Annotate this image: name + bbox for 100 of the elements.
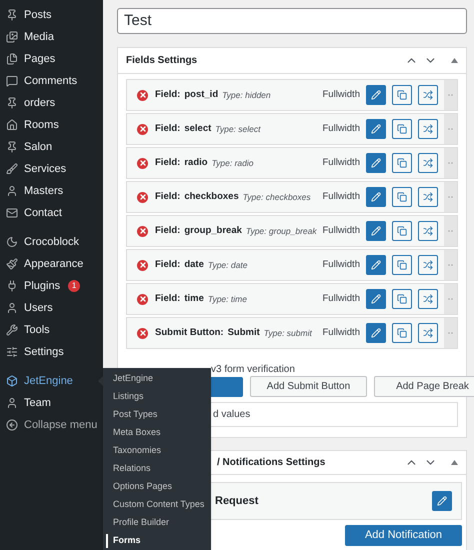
drag-handle[interactable] (444, 182, 457, 212)
copy-button[interactable] (392, 289, 412, 309)
title-field[interactable]: Test (117, 8, 467, 34)
delete-icon[interactable] (137, 90, 148, 100)
plug-icon (6, 280, 18, 292)
shuffle-button[interactable] (418, 255, 438, 275)
field-label: Field: (155, 156, 180, 170)
field-label: Submit Button: (155, 326, 224, 340)
submenu-item[interactable]: Relations (103, 460, 211, 478)
shuffle-button[interactable] (418, 187, 438, 207)
delete-icon[interactable] (137, 226, 148, 236)
secondary-button[interactable]: Add Submit Button (250, 376, 367, 397)
edit-button[interactable] (366, 255, 386, 275)
shuffle-icon (423, 90, 433, 100)
add-notification-button[interactable]: Add Notification (345, 525, 462, 546)
drag-handle[interactable] (444, 80, 457, 110)
sidebar-item[interactable]: orders (0, 92, 103, 114)
shuffle-button[interactable] (418, 289, 438, 309)
sidebar-item[interactable]: Salon (0, 136, 103, 158)
person-icon (6, 397, 18, 409)
submenu-item[interactable]: Forms (103, 532, 211, 550)
field-name: checkboxes (184, 190, 239, 204)
field-width: Fullwidth (322, 224, 360, 238)
copy-button[interactable] (392, 221, 412, 241)
edit-button[interactable] (366, 187, 386, 207)
field-label: Field: (155, 258, 180, 272)
shuffle-button[interactable] (418, 221, 438, 241)
drag-handle[interactable] (444, 148, 457, 178)
shuffle-button[interactable] (418, 323, 438, 343)
triangle-up-icon[interactable] (451, 460, 458, 465)
drag-handle[interactable] (444, 284, 457, 314)
edit-button[interactable] (366, 153, 386, 173)
sidebar-item[interactable]: Tools (0, 319, 103, 341)
copy-button[interactable] (392, 85, 412, 105)
sidebar-item[interactable]: Masters (0, 180, 103, 202)
sidebar-item[interactable]: Posts (0, 4, 103, 26)
pencil-icon (371, 124, 381, 134)
field-type: Type: group_break (246, 224, 317, 238)
shuffle-button[interactable] (418, 119, 438, 139)
edit-button[interactable] (366, 221, 386, 241)
shuffle-icon (423, 294, 433, 304)
sidebar-item[interactable]: Users (0, 297, 103, 319)
secondary-button[interactable]: Add Page Break (374, 376, 474, 397)
crescent-icon (6, 236, 18, 248)
edit-button[interactable] (366, 289, 386, 309)
panel-title: / Notifications Settings (217, 456, 326, 470)
edit-button[interactable] (366, 85, 386, 105)
sidebar-item[interactable]: Media (0, 26, 103, 48)
sidebar-item[interactable]: Rooms (0, 114, 103, 136)
submenu-item[interactable]: Options Pages (103, 478, 211, 496)
field-type: Type: radio (212, 156, 254, 170)
copy-button[interactable] (392, 255, 412, 275)
field-label: Field: (155, 88, 180, 102)
edit-button[interactable] (366, 323, 386, 343)
copy-button[interactable] (392, 119, 412, 139)
submenu-item[interactable]: Meta Boxes (103, 424, 211, 442)
drag-handle[interactable] (444, 318, 457, 348)
copy-button[interactable] (392, 323, 412, 343)
submenu-item[interactable]: Custom Content Types (103, 496, 211, 514)
submenu-item[interactable]: Profile Builder (103, 514, 211, 532)
shuffle-button[interactable] (418, 153, 438, 173)
sidebar-item[interactable]: Contact (0, 202, 103, 224)
edit-button[interactable] (432, 491, 452, 511)
person-icon (6, 185, 18, 197)
drag-handle[interactable] (444, 250, 457, 280)
drag-handle[interactable] (444, 216, 457, 246)
images-icon (6, 31, 18, 43)
pin-icon (6, 141, 18, 153)
field-name: radio (184, 156, 208, 170)
copy-button[interactable] (392, 187, 412, 207)
delete-icon[interactable] (137, 260, 148, 270)
sidebar-item[interactable]: Crocoblock (0, 231, 103, 253)
shuffle-icon (423, 226, 433, 236)
field-name: select (184, 122, 212, 136)
delete-icon[interactable] (137, 328, 148, 338)
sidebar-item[interactable]: Appearance (0, 253, 103, 275)
captcha-label: v3 form verification (211, 362, 295, 376)
sidebar-item[interactable]: Plugins 1 (0, 275, 103, 297)
shuffle-button[interactable] (418, 85, 438, 105)
copy-button[interactable] (392, 153, 412, 173)
sidebar-item[interactable]: Team (0, 392, 103, 414)
delete-icon[interactable] (137, 294, 148, 304)
x-icon (138, 329, 146, 337)
edit-button[interactable] (366, 119, 386, 139)
triangle-up-icon[interactable] (451, 58, 458, 63)
delete-icon[interactable] (137, 192, 148, 202)
sidebar-item[interactable]: Settings (0, 341, 103, 363)
sidebar-item[interactable]: Collapse menu (0, 414, 103, 436)
sidebar-item[interactable]: Comments (0, 70, 103, 92)
submenu-item[interactable]: JetEngine (103, 370, 211, 388)
delete-icon[interactable] (137, 124, 148, 134)
submenu-item[interactable]: Taxonomies (103, 442, 211, 460)
drag-handle[interactable] (444, 114, 457, 144)
x-icon (138, 295, 146, 303)
submenu-item[interactable]: Post Types (103, 406, 211, 424)
delete-icon[interactable] (137, 158, 148, 168)
sidebar-item[interactable]: Services (0, 158, 103, 180)
update-count-badge: 1 (68, 280, 80, 292)
sidebar-item[interactable]: Pages (0, 48, 103, 70)
submenu-item[interactable]: Listings (103, 388, 211, 406)
